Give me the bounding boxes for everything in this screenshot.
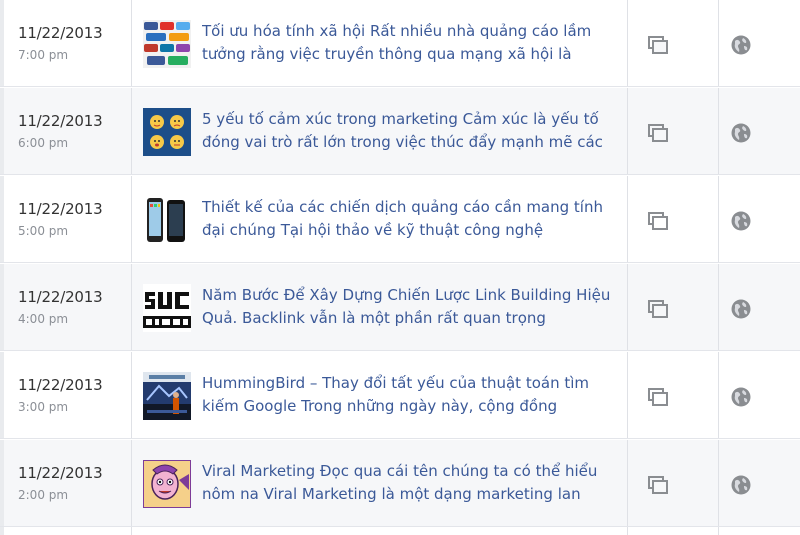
stacked-pages-icon[interactable] [648, 388, 668, 406]
globe-icon[interactable] [731, 123, 751, 143]
post-cell: Thiết kế của các chiến dịch quảng cáo cầ… [132, 176, 628, 262]
date-cell: 11/22/2013 2:00 pm [0, 440, 132, 526]
post-title-link[interactable]: Năm Bước Để Xây Dựng Chiến Lược Link Bui… [202, 284, 622, 330]
post-date: 11/22/2013 [18, 24, 103, 42]
post-cell: Viral Marketing Đọc qua cái tên chúng ta… [132, 440, 628, 526]
globe-icon[interactable] [731, 475, 751, 495]
stacked-pages-icon[interactable] [648, 212, 668, 230]
post-cell: Năm Bước Để Xây Dựng Chiến Lược Link Bui… [132, 264, 628, 350]
post-type-cell [628, 352, 719, 438]
table-row: 11/22/2013 4:00 pm Năm Bước Để Xây Dựng … [0, 264, 800, 351]
post-time: 4:00 pm [18, 312, 69, 326]
globe-icon[interactable] [731, 35, 751, 55]
post-type-cell [628, 440, 719, 526]
audience-cell [719, 440, 800, 526]
audience-cell [719, 176, 800, 262]
stacked-pages-icon[interactable] [648, 300, 668, 318]
table-row: 11/22/2013 7:00 pm Tối ưu hóa tính xã hộ… [0, 0, 800, 87]
post-date: 11/22/2013 [18, 376, 103, 394]
post-time: 6:00 pm [18, 136, 69, 150]
audience-cell [719, 352, 800, 438]
audience-cell [719, 88, 800, 174]
post-type-cell [628, 176, 719, 262]
post-time: 5:00 pm [18, 224, 69, 238]
post-date: 11/22/2013 [18, 464, 103, 482]
globe-icon[interactable] [731, 211, 751, 231]
post-type-cell [628, 264, 719, 350]
table-row: 11/22/2013 5:00 pm Thiết kế của các chiế… [0, 176, 800, 263]
post-title-link[interactable]: Thiết kế của các chiến dịch quảng cáo cầ… [202, 196, 622, 242]
globe-icon[interactable] [731, 299, 751, 319]
post-cell: 5 yếu tố cảm xúc trong marketing Cảm xúc… [132, 88, 628, 174]
date-cell: 11/22/2013 4:00 pm [0, 264, 132, 350]
stacked-pages-icon[interactable] [648, 124, 668, 142]
post-time: 7:00 pm [18, 48, 69, 62]
stacked-pages-icon[interactable] [648, 36, 668, 54]
date-cell: 11/22/2013 3:00 pm [0, 352, 132, 438]
post-time: 3:00 pm [18, 400, 69, 414]
post-thumbnail[interactable] [143, 372, 191, 420]
table-row: 11/22/2013 3:00 pm HummingBird – Thay đổ… [0, 352, 800, 439]
post-cell: Tối ưu hóa tính xã hội Rất nhiều nhà quả… [132, 0, 628, 86]
audience-cell [719, 0, 800, 86]
post-thumbnail[interactable] [143, 460, 191, 508]
post-date: 11/22/2013 [18, 288, 103, 306]
post-thumbnail[interactable] [143, 196, 191, 244]
post-date: 11/22/2013 [18, 200, 103, 218]
post-title-link[interactable]: HummingBird – Thay đổi tất yếu của thuật… [202, 372, 622, 418]
post-type-cell [628, 88, 719, 174]
stacked-pages-icon[interactable] [648, 476, 668, 494]
post-title-link[interactable]: Tối ưu hóa tính xã hội Rất nhiều nhà quả… [202, 20, 622, 66]
table-row: 11/22/2013 2:00 pm Viral Marketing Đọc q… [0, 440, 800, 527]
scheduled-posts-list: 11/22/2013 7:00 pm Tối ưu hóa tính xã hộ… [0, 0, 800, 535]
post-title-link[interactable]: Viral Marketing Đọc qua cái tên chúng ta… [202, 460, 622, 506]
post-date: 11/22/2013 [18, 112, 103, 130]
post-thumbnail[interactable] [143, 108, 191, 156]
post-type-cell [628, 0, 719, 86]
globe-icon[interactable] [731, 387, 751, 407]
post-thumbnail[interactable] [143, 284, 191, 332]
post-time: 2:00 pm [18, 488, 69, 502]
table-row: 11/22/2013 6:00 pm 5 yếu tố cảm xúc tron… [0, 88, 800, 175]
date-cell: 11/22/2013 6:00 pm [0, 88, 132, 174]
post-cell: HummingBird – Thay đổi tất yếu của thuật… [132, 352, 628, 438]
post-thumbnail[interactable] [143, 20, 191, 68]
post-title-link[interactable]: 5 yếu tố cảm xúc trong marketing Cảm xúc… [202, 108, 622, 154]
date-cell: 11/22/2013 7:00 pm [0, 0, 132, 86]
audience-cell [719, 264, 800, 350]
date-cell: 11/22/2013 5:00 pm [0, 176, 132, 262]
